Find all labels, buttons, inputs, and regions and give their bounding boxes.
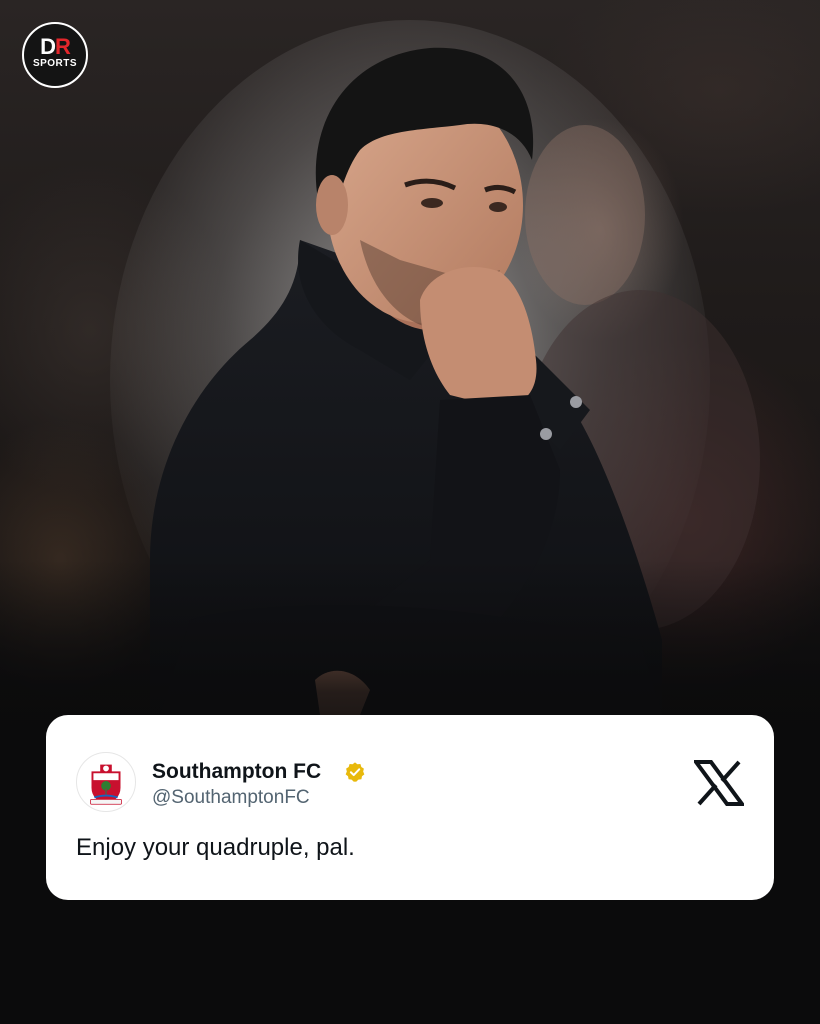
account-handle[interactable]: @SouthamptonFC xyxy=(152,787,310,809)
dr-sports-logo: DR SPORTS xyxy=(22,22,88,88)
tweet-text: Enjoy your quadruple, pal. xyxy=(76,834,355,861)
logo-mark-d: D xyxy=(40,34,56,59)
logo-mark: DR xyxy=(24,36,86,58)
tweet-card[interactable]: Southampton FC @SouthamptonFC Enjoy your… xyxy=(46,715,774,900)
logo-mark-r: R xyxy=(55,34,71,59)
club-crest-icon[interactable] xyxy=(76,752,136,812)
display-name[interactable]: Southampton FC xyxy=(152,760,321,784)
logo-sub-text: SPORTS xyxy=(32,58,78,69)
x-logo-icon xyxy=(694,760,744,806)
post-canvas: DR SPORTS Southampton FC @SouthamptonFC xyxy=(0,0,820,1024)
verified-badge-icon xyxy=(345,762,365,782)
